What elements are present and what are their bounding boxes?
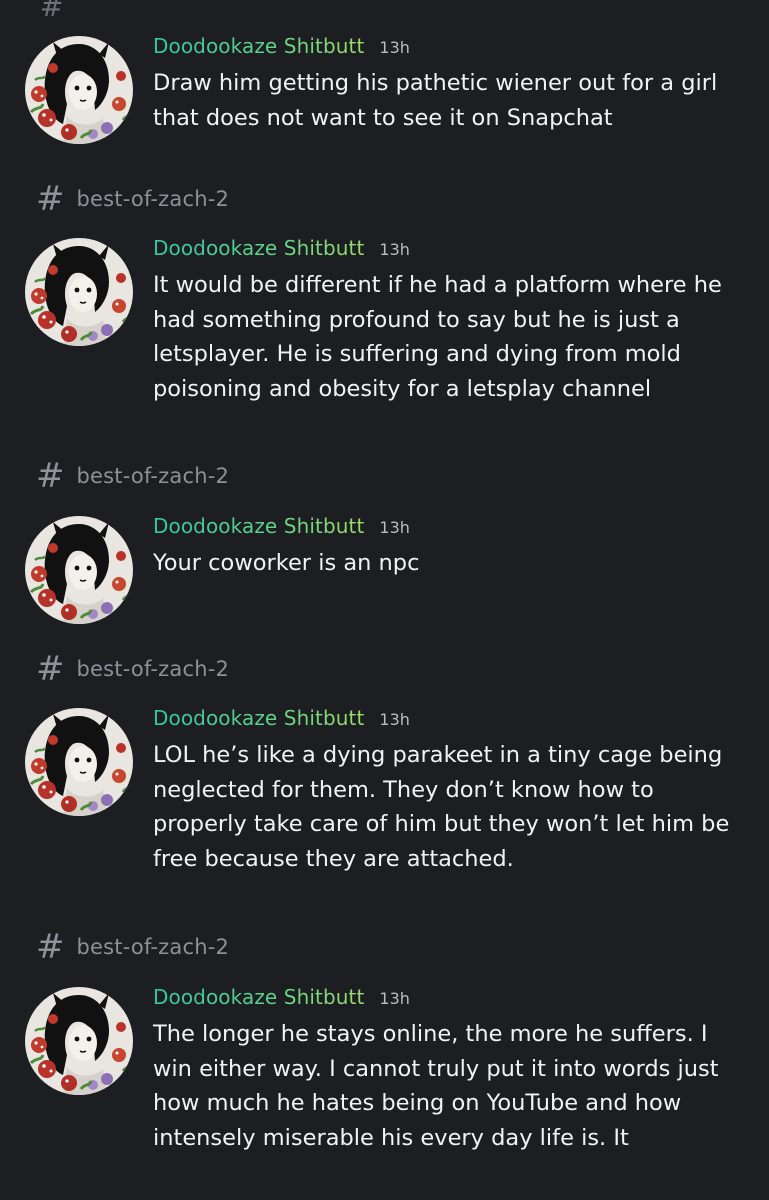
username[interactable]: Doodookaze Shitbutt — [153, 34, 364, 58]
timestamp: 13h — [379, 240, 410, 259]
timestamp: 13h — [379, 38, 410, 57]
avatar[interactable] — [23, 706, 135, 818]
channel-header[interactable]: # best-of-zach-2 — [36, 652, 229, 686]
message-header: Doodookaze Shitbutt 13h — [153, 34, 410, 58]
timestamp: 13h — [379, 518, 410, 537]
message-text: Your coworker is an npc — [153, 550, 420, 576]
username[interactable]: Doodookaze Shitbutt — [153, 985, 364, 1009]
message-header: Doodookaze Shitbutt 13h — [153, 706, 410, 730]
message-text: LOL he’s like a dying parakeet in a tiny… — [153, 742, 730, 872]
partial-hash-icon: # — [40, 0, 64, 23]
hash-icon: # — [36, 649, 65, 689]
avatar[interactable] — [23, 985, 135, 1097]
message-header: Doodookaze Shitbutt 13h — [153, 514, 410, 538]
message-text: It would be different if he had a platfo… — [153, 272, 722, 402]
channel-name[interactable]: best-of-zach-2 — [77, 935, 230, 959]
timestamp: 13h — [379, 989, 410, 1008]
hash-icon: # — [36, 927, 65, 967]
channel-name[interactable]: best-of-zach-2 — [77, 657, 230, 681]
channel-header[interactable]: # best-of-zach-2 — [36, 930, 229, 964]
channel-header[interactable]: # best-of-zach-2 — [36, 182, 229, 216]
channel-name[interactable]: best-of-zach-2 — [77, 464, 230, 488]
username[interactable]: Doodookaze Shitbutt — [153, 514, 364, 538]
channel-name[interactable]: best-of-zach-2 — [77, 187, 230, 211]
timestamp: 13h — [379, 710, 410, 729]
hash-icon: # — [36, 456, 65, 496]
avatar[interactable] — [23, 34, 135, 146]
message-text: Draw him getting his pathetic wiener out… — [153, 70, 718, 131]
message-feed: # Doodookaze Shitbutt 13h Draw him getti… — [0, 0, 769, 1200]
username[interactable]: Doodookaze Shitbutt — [153, 236, 364, 260]
message-text: The longer he stays online, the more he … — [153, 1021, 719, 1151]
hash-icon: # — [36, 179, 65, 219]
channel-header[interactable]: # best-of-zach-2 — [36, 459, 229, 493]
message-header: Doodookaze Shitbutt 13h — [153, 985, 410, 1009]
message-header: Doodookaze Shitbutt 13h — [153, 236, 410, 260]
avatar[interactable] — [23, 236, 135, 348]
username[interactable]: Doodookaze Shitbutt — [153, 706, 364, 730]
avatar[interactable] — [23, 514, 135, 626]
